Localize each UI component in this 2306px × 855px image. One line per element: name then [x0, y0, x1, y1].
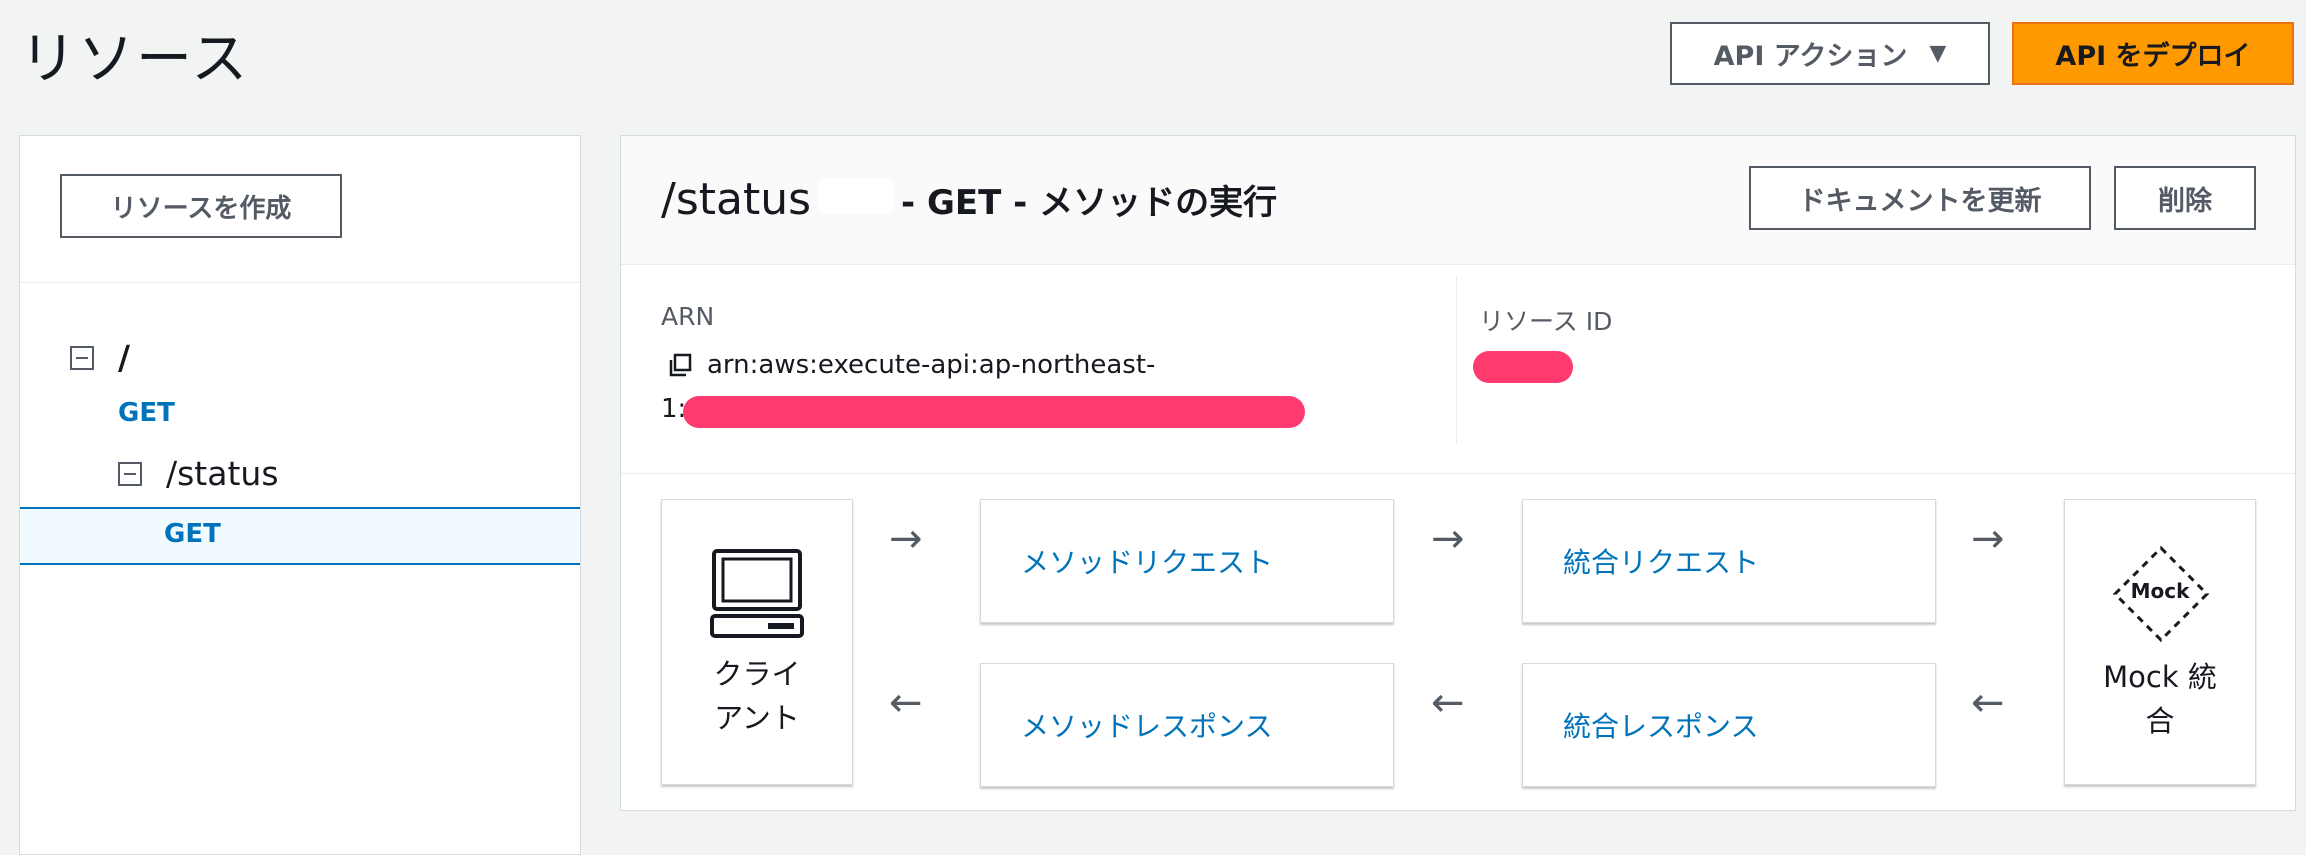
mock-integration-box[interactable]: Mock Mock 統 合 — [2064, 499, 2256, 785]
api-actions-dropdown[interactable]: API アクション ▼ — [1670, 22, 1990, 85]
method-title-path: /status — [661, 174, 812, 225]
arn-label: ARN — [661, 302, 715, 331]
collapse-icon[interactable] — [70, 345, 94, 370]
resource-id-label: リソース ID — [1479, 307, 1613, 336]
client-computer-icon — [710, 549, 804, 638]
method-response-box[interactable]: メソッドレスポンス — [980, 663, 1394, 787]
arrow-left-icon: ← — [1431, 680, 1465, 726]
client-label-line2: アント — [714, 701, 800, 735]
method-request-link[interactable]: メソッドリクエスト — [1021, 500, 1273, 622]
api-actions-label: API アクション — [1713, 41, 1908, 72]
method-execution-panel: /status - GET - メソッドの実行 ドキュメントを更新 削除 ARN… — [620, 135, 2296, 811]
page-title: リソース — [20, 27, 250, 92]
collapse-icon[interactable] — [118, 461, 142, 486]
mock-label-line2: 合 — [2145, 704, 2175, 738]
caret-down-icon: ▼ — [1929, 41, 1947, 66]
method-request-box[interactable]: メソッドリクエスト — [980, 499, 1394, 623]
integration-response-box[interactable]: 統合レスポンス — [1522, 663, 1936, 787]
redacted-arn — [683, 396, 1305, 428]
tree-node-status[interactable]: /status — [118, 454, 279, 493]
integration-request-box[interactable]: 統合リクエスト — [1522, 499, 1936, 623]
mock-label-line1: Mock 統 — [2103, 660, 2217, 694]
create-resource-button[interactable]: リソースを作成 — [60, 174, 342, 238]
resource-tree-panel: リソースを作成 / GET /status GET — [19, 135, 581, 855]
method-title: /status - GET - メソッドの実行 — [661, 174, 1277, 225]
tree-method-label: GET — [118, 398, 175, 428]
delete-button[interactable]: 削除 — [2114, 166, 2256, 230]
tree-node-path: / — [118, 338, 131, 377]
redacted-path-segment — [817, 178, 896, 214]
copy-icon[interactable] — [667, 352, 693, 378]
tree-node-path: /status — [166, 454, 279, 493]
redacted-resource-id — [1473, 351, 1573, 383]
tree-method-label: GET — [164, 519, 221, 549]
method-response-link[interactable]: メソッドレスポンス — [1021, 664, 1272, 786]
divider — [621, 473, 2295, 474]
method-title-suffix: - GET - メソッドの実行 — [901, 183, 1278, 223]
arrow-right-icon: → — [889, 516, 923, 562]
arrow-right-icon: → — [1971, 516, 2005, 562]
tree-node-root[interactable]: / — [70, 338, 130, 377]
update-docs-button[interactable]: ドキュメントを更新 — [1749, 166, 2091, 230]
tree-method-get-root[interactable]: GET — [118, 398, 175, 428]
arrow-left-icon: ← — [1971, 680, 2005, 726]
client-label-line1: クライ — [713, 657, 801, 691]
integration-response-link[interactable]: 統合レスポンス — [1563, 664, 1758, 786]
divider — [1456, 276, 1457, 444]
deploy-api-button[interactable]: API をデプロイ — [2012, 22, 2294, 85]
integration-request-link[interactable]: 統合リクエスト — [1563, 500, 1759, 622]
arn-value-line1: arn:aws:execute-api:ap-northeast- — [707, 350, 1156, 380]
mock-badge-label: Mock — [2130, 579, 2190, 603]
arrow-right-icon: → — [1431, 516, 1465, 562]
arrow-left-icon: ← — [889, 680, 923, 726]
method-header: /status - GET - メソッドの実行 ドキュメントを更新 削除 — [621, 136, 2295, 265]
client-box[interactable]: クライ アント — [661, 499, 853, 785]
arn-value: arn:aws:execute-api:ap-northeast- — [667, 350, 1155, 380]
tree-method-get-status[interactable]: GET — [20, 507, 580, 565]
divider — [20, 282, 580, 283]
